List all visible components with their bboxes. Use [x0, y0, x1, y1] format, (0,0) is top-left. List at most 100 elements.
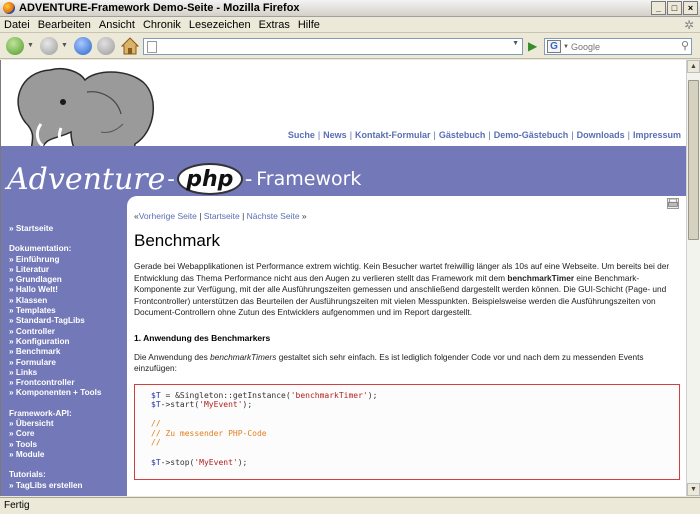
search-input[interactable]: [570, 41, 669, 52]
forward-icon[interactable]: [40, 37, 58, 55]
logo-php: php: [176, 163, 243, 195]
main-content: «Vorherige Seite | Startseite | Nächste …: [127, 196, 686, 496]
maximize-button[interactable]: □: [667, 1, 682, 15]
forward-dropdown-icon[interactable]: ▼: [61, 42, 68, 49]
next-page-link[interactable]: Nächste Seite: [247, 211, 300, 221]
scroll-up-icon[interactable]: ▲: [687, 60, 700, 73]
top-navigation: Suche | News | Kontakt-Formular | Gästebuch | De…: [287, 130, 681, 140]
scrollbar-thumb[interactable]: [688, 80, 699, 240]
sidebar-item-standard-taglibs[interactable]: » Standard-TagLibs: [9, 316, 127, 326]
back-icon[interactable]: [6, 37, 24, 55]
breadcrumb-suffix: »: [299, 211, 307, 221]
firefox-icon: [3, 2, 15, 14]
code-token: $T: [151, 457, 161, 467]
code-comment: // Zu messender PHP-Code: [151, 428, 267, 438]
print-icon[interactable]: [667, 198, 679, 209]
code-line: $T->stop('MyEvent');: [151, 458, 679, 468]
usage-paragraph: Die Anwendung des benchmarkTimers gestal…: [134, 352, 677, 375]
logo-framework: Framework: [256, 168, 362, 190]
go-icon[interactable]: ▶: [528, 39, 537, 53]
menu-bar: Datei Bearbeiten Ansicht Chronik Lesezei…: [0, 17, 700, 33]
sidebar-item-hallo-welt[interactable]: » Hallo Welt!: [9, 285, 127, 295]
logo-dash: -: [167, 166, 175, 192]
page-title: Benchmark: [134, 231, 220, 250]
sidebar-item-controller[interactable]: » Controller: [9, 327, 127, 337]
back-dropdown-icon[interactable]: ▼: [27, 42, 34, 49]
breadcrumb-separator: |: [239, 211, 247, 221]
sidebar-heading-dokumentation: Dokumentation:: [9, 244, 72, 254]
section-heading: 1. Anwendung des Benchmarkers: [134, 332, 271, 343]
sidebar-item-komponenten-tools[interactable]: » Komponenten + Tools: [9, 388, 127, 398]
code-token: = &Singleton::getInstance(: [160, 390, 291, 400]
usage-italic-text: benchmarkTimers: [210, 351, 277, 362]
menu-lesezeichen[interactable]: Lesezeichen: [189, 19, 251, 31]
code-token: );: [237, 457, 248, 467]
engine-dropdown-icon[interactable]: ▼: [563, 44, 569, 50]
code-token: $T: [151, 390, 161, 400]
sidebar-item-taglibs-erstellen[interactable]: » TagLibs erstellen: [9, 481, 127, 491]
reload-icon[interactable]: [74, 37, 92, 55]
logo-dash: -: [244, 166, 253, 192]
top-link-downloads[interactable]: Downloads: [577, 130, 625, 140]
sidebar-heading-tutorials: Tutorials:: [9, 470, 46, 480]
minimize-button[interactable]: _: [651, 1, 666, 15]
sidebar-item-tools[interactable]: » Tools: [9, 440, 127, 450]
top-link-news[interactable]: News: [323, 130, 347, 140]
title-bar: ADVENTURE-Framework Demo-Seite - Mozilla…: [0, 0, 700, 17]
sidebar-item-core[interactable]: » Core: [9, 429, 127, 439]
home-icon[interactable]: [121, 37, 139, 55]
sidebar-item-templates[interactable]: » Templates: [9, 306, 127, 316]
throbber-icon: ✲: [683, 18, 694, 32]
menu-bearbeiten[interactable]: Bearbeiten: [38, 19, 91, 31]
sidebar-item-startseite[interactable]: » Startseite: [9, 224, 127, 234]
sidebar-item-einfuehrung[interactable]: » Einführung: [9, 255, 127, 265]
status-bar: Fertig: [0, 497, 700, 514]
top-link-suche[interactable]: Suche: [288, 130, 315, 140]
sidebar-item-benchmark[interactable]: » Benchmark: [9, 347, 127, 357]
search-icon[interactable]: ⚲: [681, 39, 689, 52]
menu-hilfe[interactable]: Hilfe: [298, 19, 320, 31]
prev-page-link[interactable]: Vorherige Seite: [139, 211, 197, 221]
sidebar-item-literatur[interactable]: » Literatur: [9, 265, 127, 275]
code-token: );: [242, 400, 253, 410]
code-token: $T: [151, 400, 161, 410]
navigation-toolbar: ▼ ▼ ▼ ▶ G ▼ ⚲: [0, 33, 700, 59]
url-input[interactable]: ▼: [143, 38, 523, 55]
menu-ansicht[interactable]: Ansicht: [99, 19, 135, 31]
stop-icon[interactable]: [97, 37, 115, 55]
code-token: ->start(: [160, 400, 200, 410]
vertical-scrollbar[interactable]: ▲ ▼: [686, 60, 700, 496]
sidebar-item-klassen[interactable]: » Klassen: [9, 296, 127, 306]
sidebar-item-frontcontroller[interactable]: » Frontcontroller: [9, 378, 127, 388]
url-dropdown-icon[interactable]: ▼: [512, 40, 519, 47]
top-link-impressum[interactable]: Impressum: [633, 130, 681, 140]
start-page-link[interactable]: Startseite: [204, 211, 240, 221]
code-comment: //: [151, 419, 161, 429]
breadcrumb-separator: |: [196, 211, 204, 221]
top-link-demo-gaestebuch[interactable]: Demo-Gästebuch: [494, 130, 569, 140]
sidebar-item-module[interactable]: » Module: [9, 450, 127, 460]
status-text: Fertig: [4, 500, 30, 511]
sidebar-item-uebersicht[interactable]: » Übersicht: [9, 419, 127, 429]
breadcrumb: «Vorherige Seite | Startseite | Nächste …: [134, 211, 677, 221]
google-engine-icon[interactable]: G: [547, 40, 561, 53]
search-box: G ▼ ⚲: [544, 38, 692, 55]
code-token: 'MyEvent': [194, 457, 238, 467]
code-token: 'MyEvent': [199, 400, 243, 410]
page-icon: [147, 41, 157, 53]
window-controls: _ □ ×: [651, 1, 698, 15]
sidebar-item-formulare[interactable]: » Formulare: [9, 358, 127, 368]
sidebar-item-grundlagen[interactable]: » Grundlagen: [9, 275, 127, 285]
scroll-down-icon[interactable]: ▼: [687, 483, 700, 496]
menu-datei[interactable]: Datei: [4, 19, 30, 31]
menu-extras[interactable]: Extras: [259, 19, 290, 31]
close-button[interactable]: ×: [683, 1, 698, 15]
sidebar-item-konfiguration[interactable]: » Konfiguration: [9, 337, 127, 347]
code-token: 'benchmarkTimer': [290, 390, 368, 400]
sidebar-item-links[interactable]: » Links: [9, 368, 127, 378]
menu-chronik[interactable]: Chronik: [143, 19, 181, 31]
top-link-kontakt[interactable]: Kontakt-Formular: [355, 130, 431, 140]
code-line: $T->start('MyEvent');: [151, 400, 679, 410]
top-link-gaestebuch[interactable]: Gästebuch: [439, 130, 486, 140]
code-line: $T = &Singleton::getInstance('benchmarkT…: [151, 391, 679, 401]
